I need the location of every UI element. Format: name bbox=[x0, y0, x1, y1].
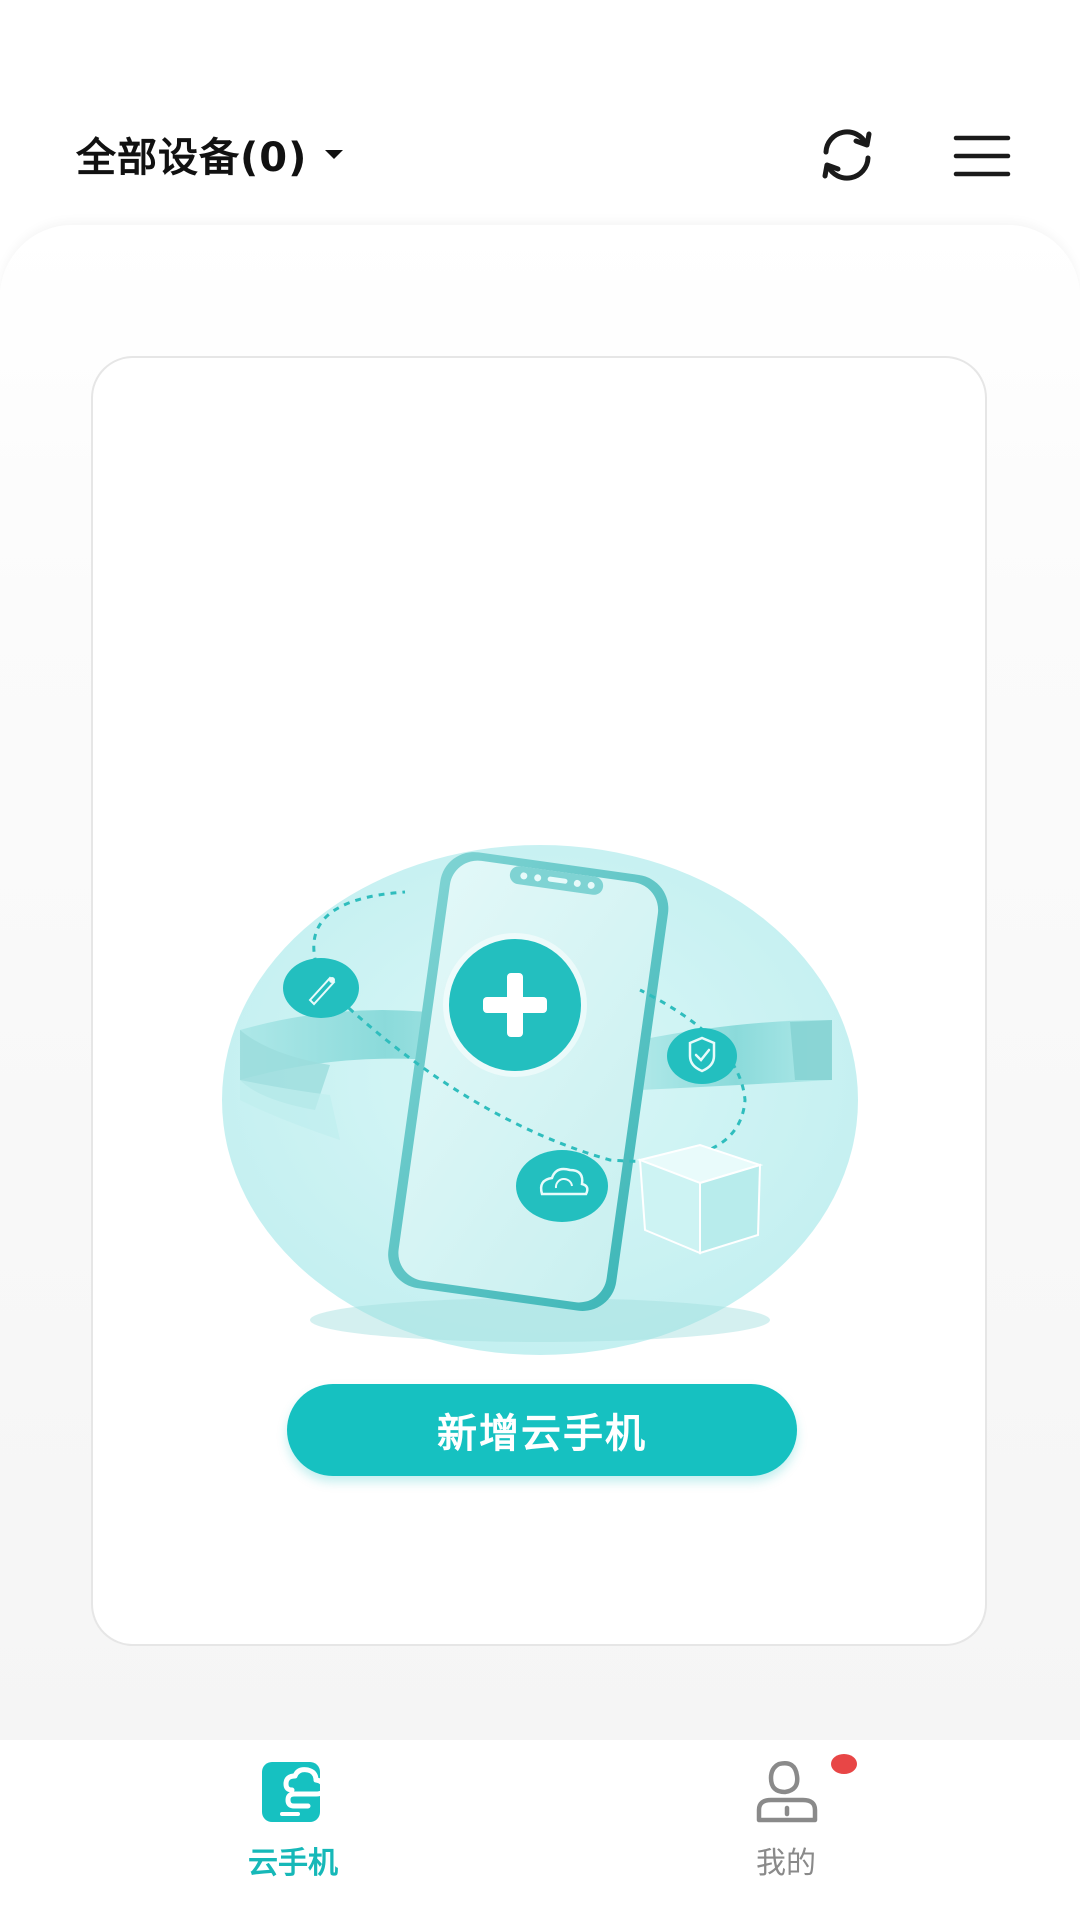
empty-device-card: 新增云手机 bbox=[91, 356, 987, 1646]
device-filter-label: 全部设备(0) bbox=[76, 135, 308, 181]
refresh-icon bbox=[822, 129, 872, 181]
content-sheet: 新增云手机 bbox=[0, 225, 1080, 1740]
device-filter-dropdown[interactable]: 全部设备(0) bbox=[76, 124, 344, 184]
top-bar: 全部设备(0) bbox=[0, 0, 1080, 225]
bottom-navigation: 云手机 我的 bbox=[0, 1740, 1080, 1920]
nav-tab-cloud-phone[interactable]: 云手机 bbox=[143, 1740, 443, 1900]
refresh-button[interactable] bbox=[814, 122, 880, 188]
chevron-down-icon bbox=[325, 149, 344, 159]
user-icon bbox=[756, 1761, 818, 1823]
add-cloud-phone-button[interactable]: 新增云手机 bbox=[287, 1384, 797, 1476]
nav-tab-mine[interactable]: 我的 bbox=[636, 1740, 936, 1900]
nav-label-cloud-phone: 云手机 bbox=[248, 1846, 338, 1881]
phone-with-plus-illustration bbox=[222, 845, 858, 1355]
notification-badge bbox=[831, 1754, 857, 1774]
nav-label-mine: 我的 bbox=[756, 1846, 816, 1881]
cloud-phone-icon bbox=[262, 1762, 327, 1822]
menu-button[interactable] bbox=[952, 128, 1012, 184]
hamburger-menu-icon bbox=[953, 135, 1011, 177]
